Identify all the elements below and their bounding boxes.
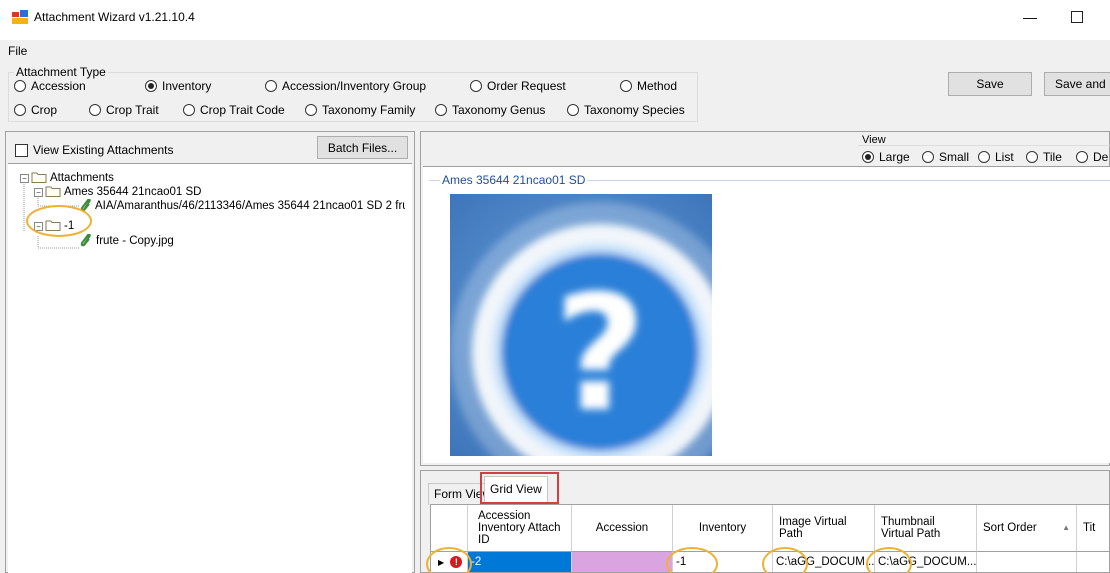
view-radio-list[interactable]: List [978,149,1014,165]
cell-sort-order[interactable] [977,552,1077,572]
save-and-exit-button[interactable]: Save and E [1044,72,1110,96]
column-header-title[interactable]: Tit [1077,505,1109,552]
radio-taxonomy-genus[interactable]: Taxonomy Genus [435,102,545,118]
column-header-accession[interactable]: Accession [572,505,673,552]
radio-label: De [1093,150,1109,164]
radio-dot [305,104,317,116]
radio-crop-trait-code[interactable]: Crop Trait Code [183,102,285,118]
highlight-oval [666,547,718,573]
radio-dot [265,80,277,92]
radio-dot-selected [862,151,874,163]
question-icon: ? [450,194,712,456]
column-header-attach-id[interactable]: Accession Inventory Attach ID [468,505,572,552]
tab-highlight-box [480,472,559,504]
radio-accession[interactable]: Accession [14,78,86,94]
view-group-line [858,145,1110,146]
radio-taxonomy-family[interactable]: Taxonomy Family [305,102,415,118]
radio-label: Crop [31,103,58,117]
tree-node-accession[interactable]: Ames 35644 21ncao01 SD [64,185,201,199]
radio-taxonomy-species[interactable]: Taxonomy Species [567,102,685,118]
tree-node-new-file[interactable]: frute - Copy.jpg [96,234,174,248]
radio-label: Order Request [487,79,566,93]
radio-dot [922,151,934,163]
radio-dot [978,151,990,163]
radio-label: Large [879,150,910,164]
view-radio-small[interactable]: Small [922,149,969,165]
radio-label: Inventory [162,79,212,93]
radio-label: Crop Trait [106,103,159,117]
radio-dot [89,104,101,116]
radio-dot [435,104,447,116]
collapse-toggle[interactable]: − [34,188,43,197]
tree-node-attachments[interactable]: Attachments [50,171,114,185]
highlight-oval [426,547,472,573]
radio-accession-inventory-group[interactable]: Accession/Inventory Group [265,78,426,94]
cell-attach-id[interactable]: -2 [468,552,572,572]
maximize-button[interactable] [1065,6,1089,28]
app-icon [12,10,28,24]
maximize-icon [1071,11,1083,23]
radio-label: Method [637,79,678,93]
column-header-thumbnail-path[interactable]: Thumbnail Virtual Path [875,505,977,552]
svg-text:?: ? [554,260,647,447]
highlight-oval [762,547,808,573]
radio-dot-selected [145,80,157,92]
sort-ascending-icon: ▲ [1062,523,1070,532]
attachment-type-legend: Attachment Type [14,65,108,79]
sort-order-label: Sort Order [983,522,1037,534]
radio-label: Taxonomy Genus [452,103,546,117]
view-radio-details[interactable]: De [1076,149,1108,165]
radio-inventory[interactable]: Inventory [145,78,211,94]
highlight-oval [26,205,92,237]
collapse-toggle[interactable]: − [20,174,29,183]
radio-method[interactable]: Method [620,78,677,94]
menu-file[interactable]: File [8,44,27,58]
radio-label: List [995,150,1014,164]
window-title: Attachment Wizard v1.21.10.4 [34,10,195,24]
radio-dot [183,104,195,116]
menu-bar [0,40,1110,62]
image-caption: Ames 35644 21ncao01 SD [440,173,588,187]
attachment-thumbnail[interactable]: ? [450,194,712,456]
radio-dot [1076,151,1088,163]
radio-label: Small [939,150,970,164]
highlight-oval [866,547,912,573]
radio-crop[interactable]: Crop [14,102,57,118]
view-existing-checkbox[interactable] [15,144,28,157]
radio-label: Taxonomy Species [584,103,685,117]
radio-label: Tile [1043,150,1062,164]
paperclip-icon [80,234,91,247]
radio-order-request[interactable]: Order Request [470,78,566,94]
tree-node-attachment-file[interactable]: AIA/Amaranthus/46/2113346/Ames 35644 21n… [95,199,405,213]
radio-label: Taxonomy Family [322,103,416,117]
view-radio-large[interactable]: Large [862,149,910,165]
view-radio-tile[interactable]: Tile [1026,149,1062,165]
folder-icon [45,186,61,197]
column-header-inventory[interactable]: Inventory [673,505,773,552]
radio-label: Accession [31,79,86,93]
radio-dot [1026,151,1038,163]
radio-dot [14,80,26,92]
radio-dot [14,104,26,116]
radio-dot [470,80,482,92]
batch-files-button[interactable]: Batch Files... [317,136,408,159]
column-header-sort-order[interactable]: Sort Order ▲ [977,505,1077,552]
radio-crop-trait[interactable]: Crop Trait [89,102,159,118]
column-header-image-path[interactable]: Image Virtual Path [773,505,875,552]
cell-accession[interactable] [572,552,673,572]
radio-label: Accession/Inventory Group [282,79,427,93]
radio-label: Crop Trait Code [200,103,285,117]
minimize-button[interactable]: — [1018,6,1042,28]
row-header-column [431,505,468,552]
folder-icon [31,172,47,183]
view-existing-label: View Existing Attachments [33,143,174,157]
radio-dot [620,80,632,92]
radio-dot [567,104,579,116]
save-button[interactable]: Save [948,72,1032,96]
